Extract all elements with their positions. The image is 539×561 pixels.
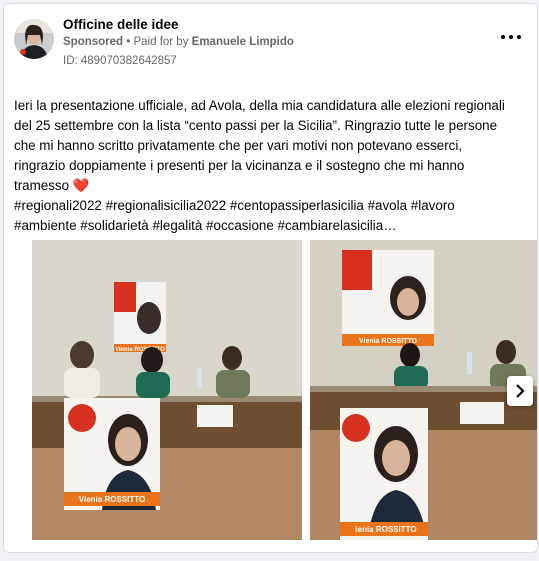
post-text-line: ringrazio doppiamente i presenti per la …: [14, 158, 465, 173]
post-text: Ieri la presentazione ufficiale, ad Avol…: [14, 96, 529, 236]
image-carousel[interactable]: Vienia ROSSITTO Vienia ROSSITTO Vienia R…: [4, 236, 537, 546]
post-text-line: del 25 settembre con la lista “cento pas…: [14, 118, 498, 133]
post-text-line: che mi hanno scritto privatamente che pe…: [14, 138, 463, 153]
chevron-right-icon: [516, 384, 525, 398]
heart-emoji: ❤️: [72, 178, 90, 193]
ad-id: ID: 489070382642857: [63, 55, 177, 67]
more-options-icon: [501, 35, 505, 39]
paid-for-prefix: Paid for by: [133, 36, 192, 48]
post-text-line: Ieri la presentazione ufficiale, ad Avol…: [14, 98, 505, 113]
front-poster-name: Vienia ROSSITTO: [79, 495, 145, 504]
more-options-icon-dot: [509, 35, 513, 39]
ad-post-card: Officine delle idee Sponsored • Paid for…: [3, 3, 538, 553]
sponsored-label[interactable]: Sponsored: [63, 36, 123, 48]
front-poster-name: ienia ROSSITTO: [355, 525, 416, 534]
more-options-icon-dot: [517, 35, 521, 39]
event-photo-2: Vienia ROSSITTO ienia ROSSITTO: [310, 240, 537, 540]
sponsored-line: Sponsored • Paid for by Emanuele Limpido: [63, 36, 294, 48]
hashtags-line[interactable]: #regionali2022 #regionalisicilia2022 #ce…: [14, 196, 529, 216]
carousel-image-2[interactable]: Vienia ROSSITTO ienia ROSSITTO: [310, 240, 537, 540]
paid-for-name[interactable]: Emanuele Limpido: [192, 36, 294, 48]
carousel-image-1[interactable]: Vienia ROSSITTO Vienia ROSSITTO: [32, 240, 302, 540]
carousel-next-button[interactable]: [507, 376, 533, 406]
hashtags-line[interactable]: #ambiente #solidarietà #legalità #occasi…: [14, 216, 529, 236]
page-name[interactable]: Officine delle idee: [63, 17, 179, 32]
avatar-image: [14, 19, 54, 59]
avatar[interactable]: [14, 19, 54, 59]
more-options-button[interactable]: [501, 30, 521, 44]
separator: •: [123, 36, 134, 48]
post-text-line: tramesso ❤️: [14, 178, 90, 193]
event-photo-1: Vienia ROSSITTO Vienia ROSSITTO: [32, 240, 302, 540]
